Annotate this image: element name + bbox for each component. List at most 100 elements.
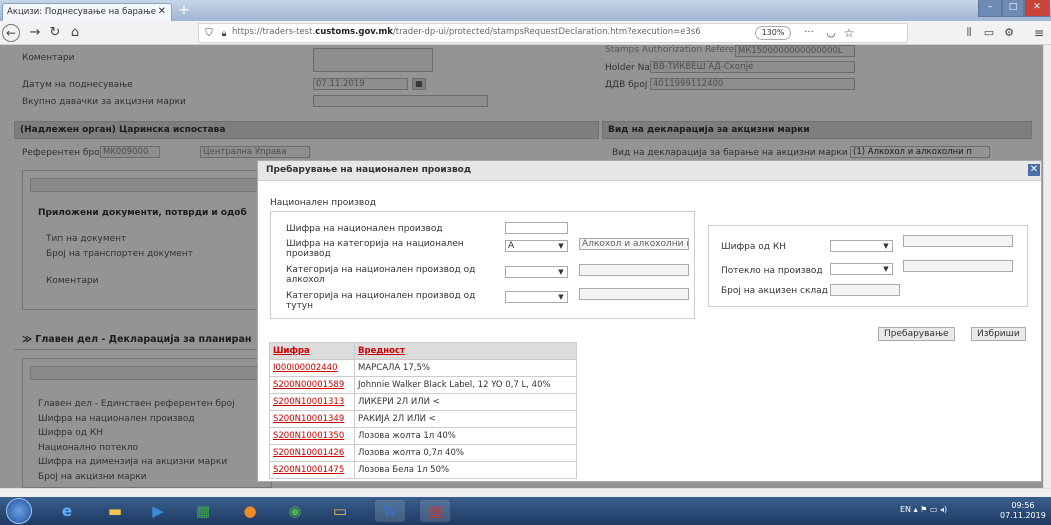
explorer-icon[interactable]: ▬: [100, 500, 130, 522]
kat-alkohol-desc: [579, 264, 689, 276]
poteklo-desc: [903, 260, 1013, 272]
menu-icon[interactable]: ≡: [1030, 24, 1048, 42]
code-link[interactable]: S200N10001313: [273, 397, 344, 407]
windows-taskbar: e ▬ ▶ ▦ ● ◉ ▭ W ▤ EN ▴ ⚑ ▭ ◂) 09:56 07.11…: [0, 497, 1051, 525]
minimize-button[interactable]: –: [978, 0, 1002, 17]
close-icon[interactable]: ✕: [1028, 164, 1040, 176]
word-icon[interactable]: W: [375, 500, 405, 522]
code-link[interactable]: S200N10001475: [273, 465, 344, 475]
cell-value: Лозова Бела 1л 50%: [354, 461, 577, 479]
table-row[interactable]: S200N10001313 ЛИКЕРИ 2Л ИЛИ <: [269, 393, 577, 411]
table-row[interactable]: S200N10001475 Лозова Бела 1л 50%: [269, 461, 577, 479]
forward-icon[interactable]: →: [26, 24, 44, 42]
table-row[interactable]: I000I00002440 МАРСАЛА 17,5%: [269, 359, 577, 377]
system-tray[interactable]: EN ▴ ⚑ ▭ ◂): [900, 505, 947, 514]
star-icon[interactable]: ☆: [840, 24, 858, 42]
table-row[interactable]: S200N10001349 РАКИЈА 2Л ИЛИ <: [269, 410, 577, 428]
sifra-kn-select[interactable]: ▼: [830, 240, 893, 252]
chrome-icon[interactable]: ◉: [280, 500, 310, 522]
dropdown-arrow-icon[interactable]: ▼: [556, 268, 566, 276]
browser-tab[interactable]: Акцизи: Поднесување на барање ✕: [2, 3, 172, 21]
sifra-kat-desc: Алкохол и алкохолни п: [579, 238, 689, 250]
url-text[interactable]: https://traders-test.customs.gov.mk/trad…: [232, 27, 701, 37]
extension-icon[interactable]: ⚙: [1000, 24, 1018, 42]
cell-code[interactable]: I000I00002440: [269, 359, 355, 377]
code-link[interactable]: S200N10001349: [273, 414, 344, 424]
window-close-button[interactable]: ✕: [1024, 0, 1050, 17]
cell-code[interactable]: S200N00001589: [269, 376, 355, 394]
dropdown-arrow-icon[interactable]: ▼: [881, 265, 891, 273]
maximize-button[interactable]: □: [1002, 0, 1024, 17]
start-button[interactable]: [6, 498, 32, 524]
sifra-nac-label: Шифра на национален производ: [286, 224, 443, 234]
col-vrednost-header[interactable]: Вредност: [354, 342, 577, 360]
modal-header: Пребарување на национален производ: [258, 161, 1041, 181]
modal-title: Пребарување на национален производ: [266, 165, 472, 175]
clear-button[interactable]: Избриши: [971, 327, 1026, 341]
col-sifra-header[interactable]: Шифра: [269, 342, 355, 360]
results-header-row: Шифра Вредност: [269, 342, 577, 360]
vertical-scrollbar[interactable]: [1043, 45, 1051, 488]
akcizen-input[interactable]: [830, 284, 900, 296]
dropdown-arrow-icon[interactable]: ▼: [556, 242, 566, 250]
browser-nav-bar: ← → ↻ ⌂ ⛉ 🔒︎ https://traders-test.custom…: [0, 21, 1051, 45]
reload-icon[interactable]: ↻: [46, 24, 64, 42]
search-button[interactable]: Пребарување: [878, 327, 955, 341]
sifra-kat-select[interactable]: А ▼: [505, 240, 568, 252]
table-row[interactable]: S200N10001426 Лозова жолта 0,7л 40%: [269, 444, 577, 462]
pocket-icon[interactable]: ◡: [822, 24, 840, 42]
cell-code[interactable]: S200N10001350: [269, 427, 355, 445]
zoom-level[interactable]: 130%: [755, 26, 791, 40]
poteklo-label: Потекло на производ: [721, 266, 823, 276]
horizontal-scrollbar[interactable]: [0, 488, 1051, 497]
modal-section-label: Национален производ: [270, 198, 376, 208]
url-prefix: https://traders-test.: [232, 27, 316, 37]
new-tab-button[interactable]: +: [176, 3, 192, 18]
dropdown-arrow-icon[interactable]: ▼: [556, 293, 566, 301]
sidebar-icon[interactable]: ▭: [980, 24, 998, 42]
kat-tutun-select[interactable]: ▼: [505, 291, 568, 303]
sifra-nac-input[interactable]: [505, 222, 568, 234]
code-link[interactable]: I000I00002440: [273, 363, 338, 373]
browser-tab-bar: Акцизи: Поднесување на барање ✕ + – □ ✕: [0, 0, 1051, 21]
url-host: customs.gov.mk: [315, 27, 393, 37]
firefox-icon[interactable]: ●: [235, 500, 265, 522]
ie-icon[interactable]: e: [52, 500, 82, 522]
kat-alkohol-select[interactable]: ▼: [505, 266, 568, 278]
results-table: Шифра Вредност I000I00002440 МАРСАЛА 17,5…: [269, 342, 577, 479]
pdf-icon[interactable]: ▤: [420, 500, 450, 522]
library-icon[interactable]: ⫼: [960, 24, 978, 42]
clock[interactable]: 09:56 07.11.2019: [1000, 501, 1046, 521]
cell-code[interactable]: S200N10001313: [269, 393, 355, 411]
tab-close-icon[interactable]: ✕: [158, 6, 166, 17]
kat-tutun-desc: [579, 288, 689, 300]
back-icon[interactable]: ←: [2, 24, 20, 42]
cell-code[interactable]: S200N10001349: [269, 410, 355, 428]
code-link[interactable]: S200N10001426: [273, 448, 344, 458]
cell-code[interactable]: S200N10001426: [269, 444, 355, 462]
cell-value: ЛИКЕРИ 2Л ИЛИ <: [354, 393, 577, 411]
table-row[interactable]: S200N10001350 Лозова жолта 1л 40%: [269, 427, 577, 445]
poteklo-select[interactable]: ▼: [830, 263, 893, 275]
cell-code[interactable]: S200N10001475: [269, 461, 355, 479]
dropdown-arrow-icon[interactable]: ▼: [881, 242, 891, 250]
folder-icon[interactable]: ▭: [325, 500, 355, 522]
code-link[interactable]: S200N00001589: [273, 380, 344, 390]
lang-indicator[interactable]: EN: [900, 505, 911, 514]
url-path: /trader-dp-ui/protected/stampsRequestDec…: [392, 27, 701, 37]
cell-value: Johnnie Walker Black Label, 12 YO 0,7 L,…: [354, 376, 577, 394]
page-actions-button[interactable]: ···: [800, 24, 818, 42]
cell-value: Лозова жолта 0,7л 40%: [354, 444, 577, 462]
search-modal: Пребарување на национален производ ✕ Нац…: [257, 160, 1042, 482]
code-link[interactable]: S200N10001350: [273, 431, 344, 441]
calc-icon[interactable]: ▦: [188, 500, 218, 522]
media-player-icon[interactable]: ▶: [143, 500, 173, 522]
clock-date: 07.11.2019: [1000, 511, 1046, 520]
home-icon[interactable]: ⌂: [66, 24, 84, 42]
cell-value: МАРСАЛА 17,5%: [354, 359, 577, 377]
sifra-kat-label: Шифра на категорија на национален произв…: [286, 239, 464, 259]
kat-alkohol-label: Категорија на национален производ од алк…: [286, 265, 476, 285]
results-body: I000I00002440 МАРСАЛА 17,5% S200N00001589 J…: [269, 359, 577, 479]
lock-icon[interactable]: 🔒︎: [215, 25, 233, 43]
table-row[interactable]: S200N00001589 Johnnie Walker Black Label,…: [269, 376, 577, 394]
